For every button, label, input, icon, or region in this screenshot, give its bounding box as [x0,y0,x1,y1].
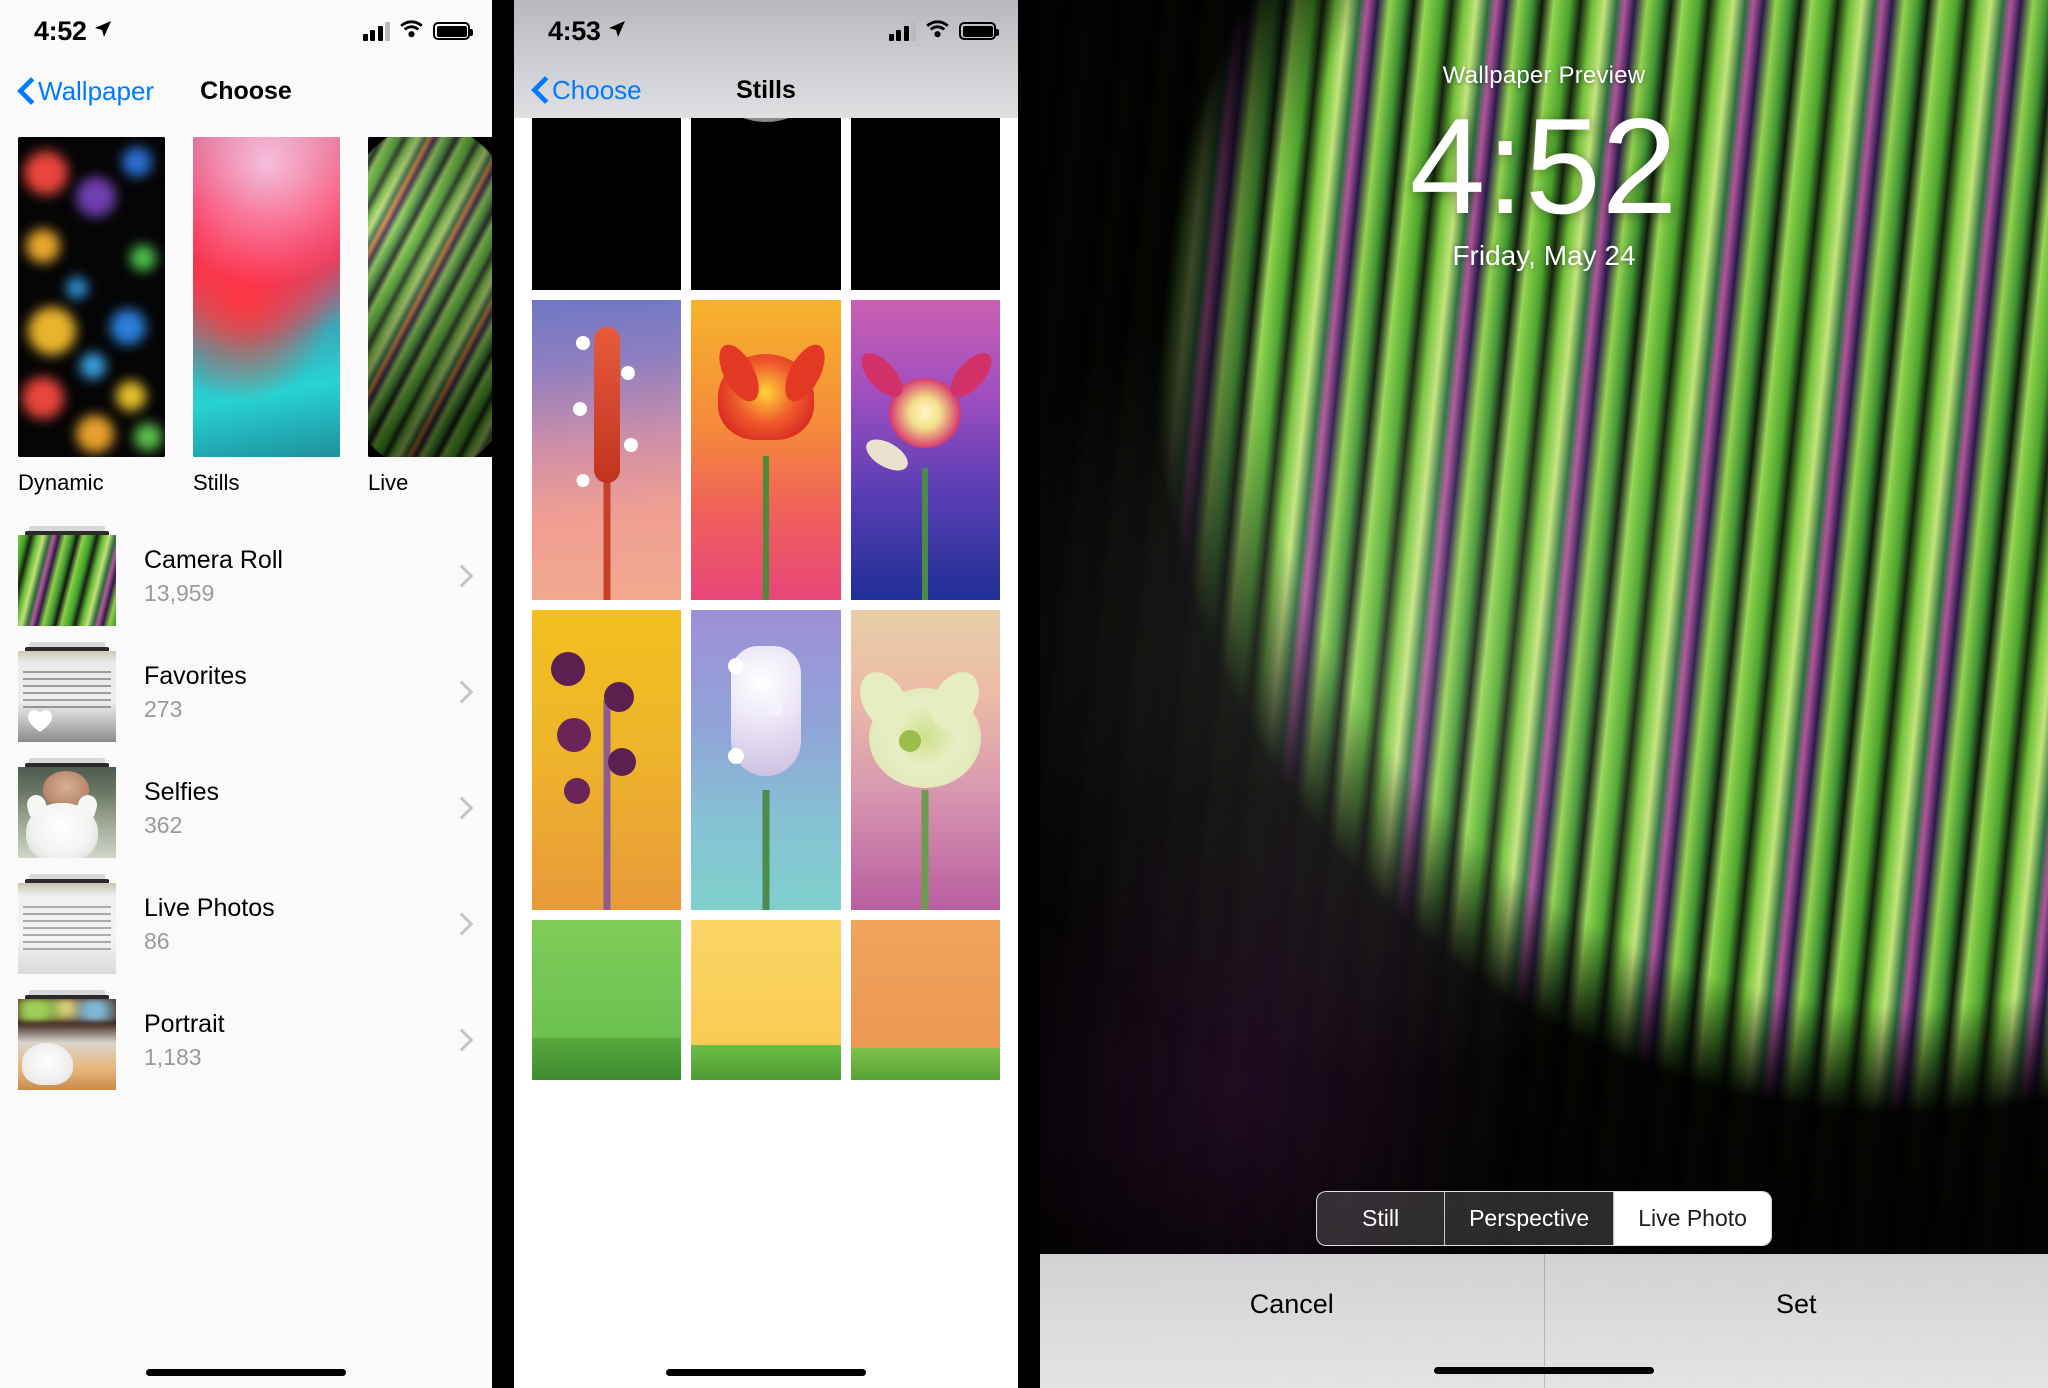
list-item[interactable]: Selfies 362 [0,750,492,866]
wifi-icon [925,19,950,43]
chevron-right-icon [461,913,474,935]
category-stills[interactable]: Stills [193,137,340,496]
preview-label: Wallpaper Preview [1442,62,1646,89]
lock-screen-date: Friday, May 24 [1452,240,1636,271]
album-text: Favorites 273 [144,661,247,723]
tile-yellow-abstract[interactable] [691,920,841,1080]
home-indicator[interactable] [146,1369,346,1376]
home-indicator[interactable] [1434,1367,1654,1374]
stills-grid [514,0,1018,1388]
status-right-icons [888,19,999,43]
album-name: Live Photos [144,893,275,922]
status-time: 4:52 [34,15,87,46]
list-item[interactable]: Live Photos 86 [0,866,492,982]
back-button-label: Choose [552,74,642,105]
wifi-icon [399,19,424,43]
chevron-left-icon [18,79,31,103]
battery-full-icon [433,22,473,40]
album-count: 1,183 [144,1044,202,1071]
segment-perspective[interactable]: Perspective [1445,1192,1615,1245]
album-thumbnail [18,767,116,858]
album-thumbnail-stack [18,990,116,1090]
category-live-label: Live [368,470,409,495]
album-count: 273 [144,696,183,723]
battery-full-icon [959,22,999,40]
tile-orange-gloriosa-lily[interactable] [691,300,841,600]
tile-orange-abstract[interactable] [850,920,1000,1080]
location-arrow-icon [607,19,627,44]
album-name: Portrait [144,1009,225,1038]
tile-red-bromeliad-flower[interactable] [532,300,682,600]
album-text: Selfies 362 [144,777,219,839]
album-name: Camera Roll [144,545,283,574]
album-thumbnail [18,535,116,626]
tile-purple-fritillaria[interactable] [532,610,682,910]
album-count: 86 [144,928,170,955]
cellular-bars-icon [888,21,916,41]
chevron-left-icon [532,78,545,102]
category-stills-thumbnail[interactable] [193,137,340,457]
album-thumbnail-stack [18,758,116,858]
tile-white-grape-hyacinth[interactable] [691,610,841,910]
album-text: Camera Roll 13,959 [144,545,283,607]
cellular-bars-icon [362,21,390,41]
back-button-label: Wallpaper [38,75,155,106]
wallpaper-category-row: Dynamic Stills Live [0,120,492,496]
album-thumbnail-stack [18,874,116,974]
tile-pale-hellebore[interactable] [850,610,1000,910]
segment-live-photo[interactable]: Live Photo [1614,1192,1771,1245]
home-indicator[interactable] [666,1369,866,1376]
panel-choose-wallpaper: 4:52 Wallpaper Choose Dynamic Stills Liv… [0,0,492,1388]
list-item[interactable]: Favorites 273 [0,634,492,750]
panel-wallpaper-preview: Wallpaper Preview 4:52 Friday, May 24 St… [1040,0,2048,1388]
album-thumbnail [18,883,116,974]
category-stills-label: Stills [193,470,240,495]
chevron-right-icon [461,1029,474,1051]
back-to-choose-button[interactable]: Choose [532,75,642,106]
album-count: 13,959 [144,580,215,607]
location-arrow-icon [93,19,113,44]
status-right-icons [362,19,473,43]
chevron-right-icon [461,681,474,703]
wallpaper-mode-segmented-control[interactable]: Still Perspective Live Photo [1316,1191,1772,1246]
album-text: Live Photos 86 [144,893,275,955]
album-list: Camera Roll 13,959 Favorites 273 Selfies… [0,518,492,1098]
lock-screen-clock: 4:52 [1409,90,1679,242]
status-bar: 4:52 [0,0,492,62]
bubble-art [368,137,492,457]
tile-green-abstract[interactable] [532,920,682,1080]
status-bar: 4:53 [514,0,1018,62]
stills-gradient-art [193,137,340,457]
album-count: 362 [144,812,183,839]
segment-still[interactable]: Still [1317,1192,1446,1245]
category-dynamic-label: Dynamic [18,470,104,495]
preview-overlay: Wallpaper Preview 4:52 Friday, May 24 [1040,0,2048,272]
chevron-right-icon [461,565,474,587]
back-to-wallpaper-button[interactable]: Wallpaper [18,76,154,107]
category-live[interactable]: Live [368,137,492,496]
album-name: Favorites [144,661,247,690]
phone-screen: 4:53 Choose Stills [514,0,1018,1388]
status-time: 4:53 [548,15,601,46]
stills-header: 4:53 Choose Stills [514,0,1018,118]
album-thumbnail-stack [18,642,116,742]
album-thumbnail [18,999,116,1090]
screenshot-stage: 4:52 Wallpaper Choose Dynamic Stills Liv… [0,0,2048,1388]
list-item[interactable]: Portrait 1,183 [0,982,492,1098]
navigation-bar: Wallpaper Choose [0,62,492,120]
tile-pink-columbine-flower[interactable] [850,300,1000,600]
navigation-bar: Choose Stills [514,62,1018,118]
list-item[interactable]: Camera Roll 13,959 [0,518,492,634]
category-dynamic[interactable]: Dynamic [18,137,165,496]
category-live-thumbnail[interactable] [368,137,492,457]
chevron-right-icon [461,797,474,819]
bokeh-dots-art [18,137,165,457]
album-name: Selfies [144,777,220,806]
category-dynamic-thumbnail[interactable] [18,137,165,457]
heart-icon [27,709,53,733]
album-text: Portrait 1,183 [144,1009,225,1071]
panel-stills-grid: 4:53 Choose Stills [492,0,1040,1388]
album-thumbnail-stack [18,526,116,626]
